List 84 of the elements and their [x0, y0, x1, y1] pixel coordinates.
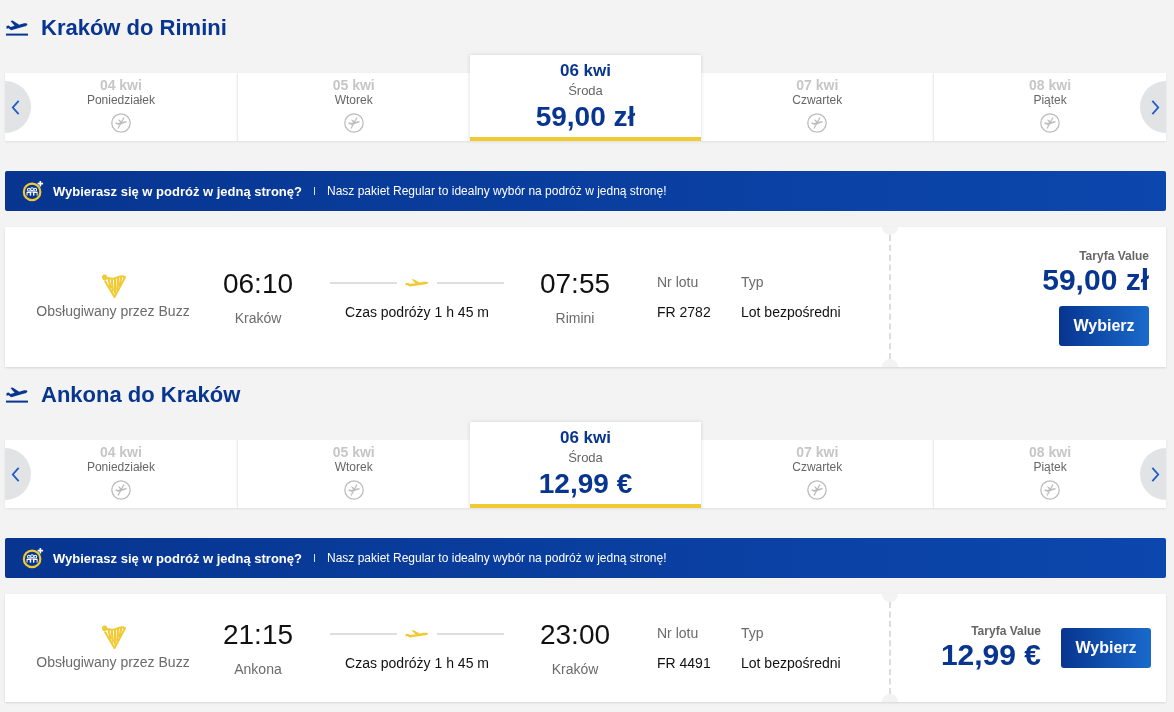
operator-text: Obsługiwany przez Buzz: [36, 654, 190, 671]
flight-type: Lot bezpośredni: [741, 303, 842, 321]
weekday-text: Wtorek: [334, 460, 373, 475]
plane-takeoff-icon: [6, 386, 28, 403]
fare-price: 12,99 €: [538, 468, 633, 500]
departure-city: Kraków: [234, 309, 282, 327]
no-flight-icon: [1040, 113, 1061, 133]
promo-title: Wybierasz się w podróż w jedną stronę?: [53, 183, 302, 199]
weekday-text: Środa: [568, 450, 603, 466]
date-tab[interactable]: 08 kwi Piątek: [933, 73, 1166, 141]
departure-city: Ankona: [234, 660, 282, 678]
flight-number: FR 2782: [657, 303, 712, 321]
fare-price: 59,00 zł: [535, 101, 636, 133]
no-flight-icon: [1040, 480, 1061, 500]
plane-takeoff-icon: [6, 19, 28, 36]
flight-type: Lot bezpośredni: [741, 654, 842, 672]
date-tab[interactable]: 04 kwi Poniedziałek: [5, 73, 237, 141]
fare-price: 12,99 €: [940, 638, 1041, 672]
route-title: Kraków do Rimini: [41, 14, 227, 41]
no-flight-icon: [807, 480, 828, 500]
fare-price: 59,00 zł: [1042, 262, 1149, 297]
people-plus-icon: [22, 547, 44, 569]
chevron-right-icon: [1151, 466, 1160, 482]
date-tab[interactable]: 07 kwi Czwartek: [701, 440, 934, 508]
weekday-text: Poniedziałek: [86, 93, 155, 108]
weekday-text: Wtorek: [334, 93, 373, 108]
date-text: 04 kwi: [99, 77, 142, 93]
promo-text: Nasz pakiet Regular to idealny wybór na podróż w jedną stronę!: [327, 551, 667, 565]
date-text: 05 kwi: [332, 77, 375, 93]
duration-text: Czas podróży 1 h 45 m: [345, 303, 489, 321]
chevron-right-icon: [1151, 99, 1160, 115]
plane-icon: [405, 278, 429, 288]
departure-time: 21:15: [222, 618, 294, 652]
flight-number-label: Nr lotu: [657, 273, 700, 291]
date-text: 05 kwi: [332, 444, 375, 460]
no-flight-icon: [110, 113, 131, 133]
arrival-time: 23:00: [539, 618, 611, 652]
date-text: 08 kwi: [1029, 77, 1072, 93]
date-tab[interactable]: 06 kwi Środa 12,99 €: [469, 422, 702, 508]
select-button[interactable]: Wybierz: [1059, 305, 1149, 346]
flight-type-label: Typ: [741, 624, 765, 642]
flight-type-label: Typ: [741, 273, 765, 291]
fare-label: Taryfa Value: [971, 624, 1041, 638]
arrival-city: Kraków: [551, 660, 599, 678]
no-flight-icon: [343, 113, 364, 133]
weekday-text: Poniedziałek: [86, 460, 155, 475]
date-text: 07 kwi: [796, 444, 839, 460]
date-tab[interactable]: 07 kwi Czwartek: [701, 73, 934, 141]
weekday-text: Środa: [568, 83, 603, 99]
date-text: 06 kwi: [559, 61, 611, 81]
route-title: Ankona do Kraków: [41, 381, 241, 408]
promo-title: Wybierasz się w podróż w jedną stronę?: [53, 550, 302, 566]
plane-icon: [405, 629, 429, 639]
flight-number: FR 4491: [657, 654, 712, 672]
arrival-time: 07:55: [539, 267, 611, 301]
harp-logo-icon: [100, 274, 126, 298]
weekday-text: Piątek: [1033, 93, 1067, 108]
date-tab[interactable]: 08 kwi Piątek: [933, 440, 1166, 508]
weekday-text: Czwartek: [792, 93, 843, 108]
chevron-left-icon: [11, 99, 20, 115]
fare-label: Taryfa Value: [1079, 248, 1149, 263]
date-text: 06 kwi: [559, 428, 611, 448]
duration-text: Czas podróży 1 h 45 m: [345, 654, 489, 672]
date-tab[interactable]: 06 kwi Środa 59,00 zł: [469, 55, 702, 141]
no-flight-icon: [343, 480, 364, 500]
departure-time: 06:10: [222, 267, 294, 301]
date-text: 08 kwi: [1029, 444, 1072, 460]
no-flight-icon: [110, 480, 131, 500]
chevron-left-icon: [11, 466, 20, 482]
weekday-text: Czwartek: [792, 460, 843, 475]
date-tab[interactable]: 05 kwi Wtorek: [236, 73, 470, 141]
promo-text: Nasz pakiet Regular to idealny wybór na podróż w jedną stronę!: [327, 184, 667, 198]
flight-number-label: Nr lotu: [657, 624, 700, 642]
people-plus-icon: [22, 180, 44, 202]
no-flight-icon: [807, 113, 828, 133]
date-tab[interactable]: 04 kwi Poniedziałek: [5, 440, 237, 508]
weekday-text: Piątek: [1033, 460, 1067, 475]
date-text: 04 kwi: [99, 444, 142, 460]
date-text: 07 kwi: [796, 77, 839, 93]
select-button[interactable]: Wybierz: [1061, 628, 1151, 668]
harp-logo-icon: [100, 625, 126, 649]
operator-text: Obsługiwany przez Buzz: [36, 303, 190, 320]
arrival-city: Rimini: [555, 309, 595, 327]
date-tab[interactable]: 05 kwi Wtorek: [236, 440, 470, 508]
